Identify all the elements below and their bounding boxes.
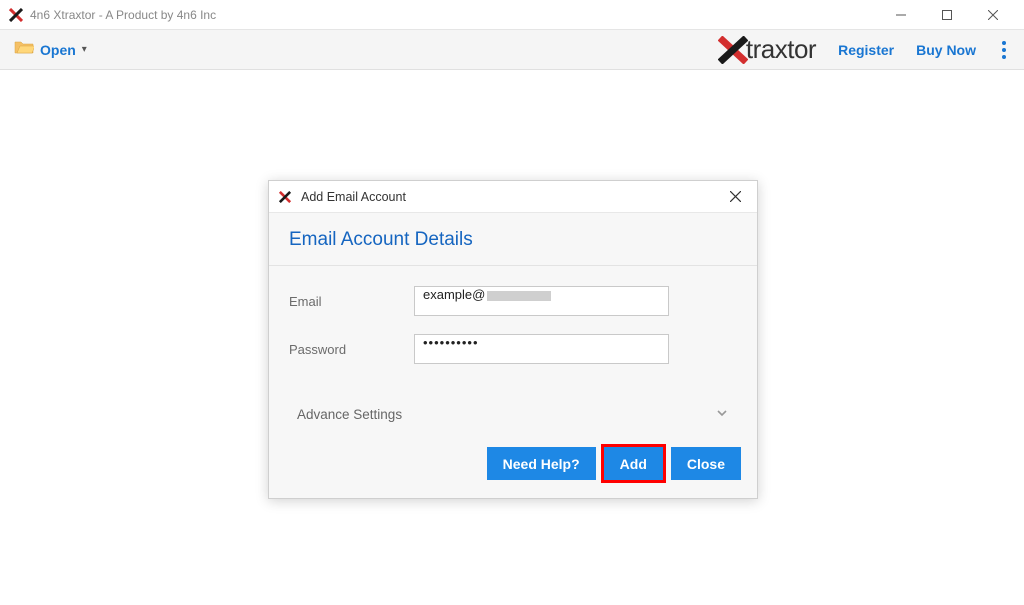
add-email-account-dialog: Add Email Account Email Account Details …: [268, 180, 758, 499]
email-row: Email example@: [289, 286, 737, 316]
folder-icon: [14, 39, 34, 60]
advance-settings-label: Advance Settings: [297, 407, 402, 422]
password-row: Password ••••••••••: [289, 334, 737, 364]
open-label: Open: [40, 42, 76, 58]
app-logo: traxtor: [718, 34, 816, 65]
dialog-body: Email Account Details Email example@ Pas…: [269, 213, 757, 498]
dialog-heading: Email Account Details: [269, 213, 757, 266]
email-field[interactable]: example@: [414, 286, 669, 316]
advance-settings-toggle[interactable]: Advance Settings: [269, 390, 757, 439]
chevron-down-icon: [715, 406, 729, 423]
dialog-footer: Need Help? Add Close: [269, 439, 757, 498]
redacted-text: [487, 291, 551, 301]
close-button[interactable]: Close: [671, 447, 741, 480]
window-title: 4n6 Xtraxtor - A Product by 4n6 Inc: [30, 8, 878, 22]
close-window-button[interactable]: [970, 0, 1016, 30]
add-button[interactable]: Add: [604, 447, 663, 480]
app-icon: [8, 7, 24, 23]
caret-down-icon: ▾: [82, 44, 87, 55]
dialog-title: Add Email Account: [301, 190, 723, 204]
buy-now-link[interactable]: Buy Now: [916, 42, 976, 58]
window-titlebar: 4n6 Xtraxtor - A Product by 4n6 Inc: [0, 0, 1024, 30]
form-area: Email example@ Password ••••••••••: [269, 266, 757, 390]
maximize-button[interactable]: [924, 0, 970, 30]
password-field[interactable]: ••••••••••: [414, 334, 669, 364]
dialog-titlebar: Add Email Account: [269, 181, 757, 213]
window-controls: [878, 0, 1016, 30]
email-label: Email: [289, 294, 414, 309]
dialog-app-icon: [279, 190, 293, 204]
register-link[interactable]: Register: [838, 42, 894, 58]
main-toolbar: Open ▾ traxtor Register Buy Now: [0, 30, 1024, 70]
more-menu-button[interactable]: [998, 37, 1010, 63]
need-help-button[interactable]: Need Help?: [487, 447, 596, 480]
open-menu-button[interactable]: Open ▾: [14, 39, 87, 60]
password-label: Password: [289, 342, 414, 357]
dialog-close-button[interactable]: [723, 185, 747, 209]
email-value: example@: [423, 287, 485, 302]
logo-text: traxtor: [746, 34, 816, 65]
minimize-button[interactable]: [878, 0, 924, 30]
